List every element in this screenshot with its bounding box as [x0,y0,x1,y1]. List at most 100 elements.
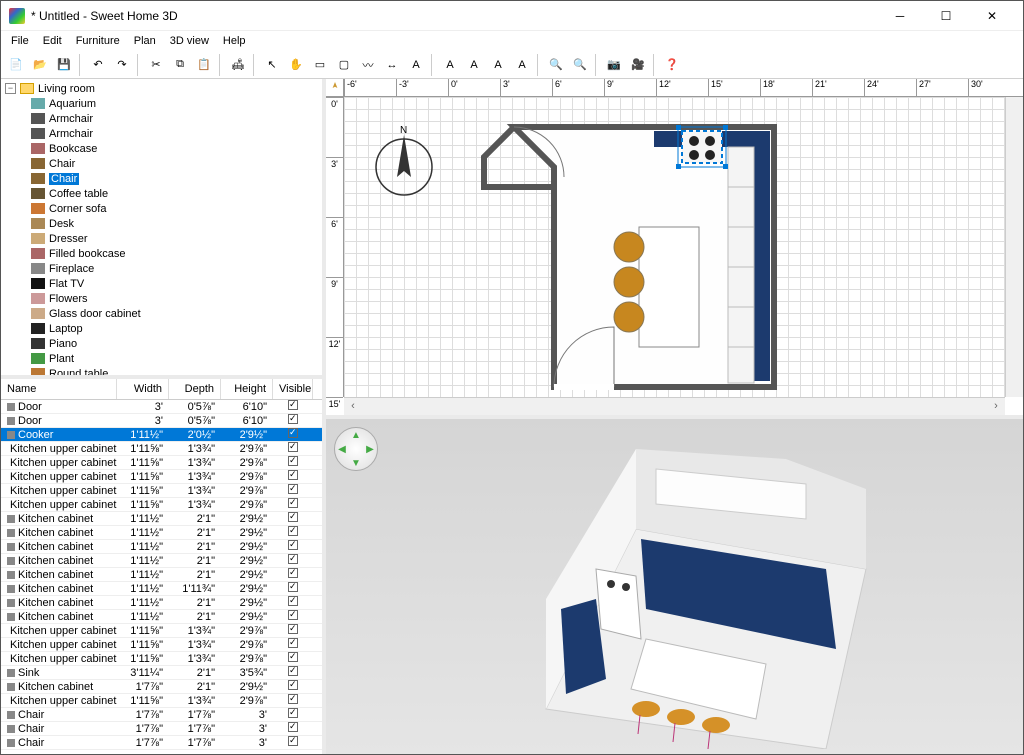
table-row[interactable]: Kitchen upper cabinet1'11⅝"1'3¾"2'9⅞" [1,484,322,498]
catalog-item[interactable]: Aquarium [1,96,322,111]
cell-visible[interactable] [273,582,313,595]
help-icon[interactable]: ❓ [661,54,683,76]
catalog-item[interactable]: Desk [1,216,322,231]
col-depth[interactable]: Depth [169,379,221,399]
col-name[interactable]: Name [1,379,117,399]
catalog-item-label[interactable]: Aquarium [49,98,96,110]
undo-icon[interactable]: ↶ [87,54,109,76]
col-height[interactable]: Height [221,379,273,399]
menu-3d-view[interactable]: 3D view [164,33,215,49]
catalog-item[interactable]: Armchair [1,111,322,126]
text-bold-icon[interactable]: A [439,54,461,76]
floor-plan-drawing[interactable]: N [344,97,1023,417]
cell-visible[interactable] [273,694,313,707]
catalog-item-label[interactable]: Laptop [49,323,83,335]
cell-visible[interactable] [273,568,313,581]
table-row[interactable]: Kitchen upper cabinet1'11⅝"1'3¾"2'9⅞" [1,498,322,512]
table-row[interactable]: Door3'0'5⅞"6'10" [1,414,322,428]
cell-visible[interactable] [273,638,313,651]
catalog-item-label[interactable]: Armchair [49,113,93,125]
open-icon[interactable]: 📂 [29,54,51,76]
paste-icon[interactable]: 📋 [193,54,215,76]
room-tool-icon[interactable]: ▢ [333,54,355,76]
cell-visible[interactable] [273,428,313,441]
catalog-item[interactable]: Flowers [1,291,322,306]
text-tool-icon[interactable]: A [405,54,427,76]
catalog-item[interactable]: Chair [1,171,322,186]
video-icon[interactable]: 🎥 [627,54,649,76]
plan-hscrollbar[interactable]: ‹ › [344,397,1005,415]
catalog-item-label[interactable]: Flowers [49,293,88,305]
cell-visible[interactable] [273,400,313,413]
cooker-plan[interactable] [676,125,728,169]
photo-icon[interactable]: 📷 [603,54,625,76]
cell-visible[interactable] [273,624,313,637]
minimize-button[interactable]: ─ [877,1,923,31]
table-row[interactable]: Chair1'7⅞"1'7⅞"3' [1,736,322,750]
cell-visible[interactable] [273,666,313,679]
wall-tool-icon[interactable]: ▭ [309,54,331,76]
cell-visible[interactable] [273,456,313,469]
add-furniture-icon[interactable]: 🛋 [227,54,249,76]
table-row[interactable]: Kitchen upper cabinet1'11⅝"1'3¾"2'9⅞" [1,652,322,666]
table-row[interactable]: Kitchen cabinet1'11½"2'1"2'9½" [1,596,322,610]
catalog-item-label[interactable]: Piano [49,338,77,350]
maximize-button[interactable]: ☐ [923,1,969,31]
category-living-room[interactable]: −Living room [1,81,322,96]
cell-visible[interactable] [273,484,313,497]
table-row[interactable]: Door3'0'5⅞"6'10" [1,400,322,414]
table-row[interactable]: Kitchen cabinet1'11½"2'1"2'9½" [1,540,322,554]
catalog-item-label[interactable]: Coffee table [49,188,108,200]
cell-visible[interactable] [273,540,313,553]
catalog-item-label[interactable]: Plant [49,353,74,365]
polyline-tool-icon[interactable]: 〰 [357,54,379,76]
collapse-icon[interactable]: − [5,83,16,94]
table-row[interactable]: Chair1'7⅞"1'7⅞"3' [1,722,322,736]
catalog-item[interactable]: Filled bookcase [1,246,322,261]
catalog-item-label[interactable]: Dresser [49,233,88,245]
catalog-item-label[interactable]: Filled bookcase [49,248,125,260]
3d-view[interactable]: ▲ ◀▶ ▼ [326,419,1023,754]
table-row[interactable]: Kitchen cabinet1'11½"2'1"2'9½" [1,512,322,526]
3d-nav-control[interactable]: ▲ ◀▶ ▼ [334,427,378,471]
cell-visible[interactable] [273,526,313,539]
table-row[interactable]: Kitchen upper cabinet1'11⅝"1'3¾"2'9⅞" [1,470,322,484]
pan-tool-icon[interactable]: ✋ [285,54,307,76]
table-row[interactable]: Cooker1'11½"2'0½"2'9½" [1,428,322,442]
cell-visible[interactable] [273,708,313,721]
catalog-item-label[interactable]: Chair [49,158,75,170]
col-width[interactable]: Width [117,379,169,399]
table-row[interactable]: Sink3'11¼"2'1"3'5¾" [1,666,322,680]
catalog-item[interactable]: Laptop [1,321,322,336]
cell-visible[interactable] [273,470,313,483]
text-size-up-icon[interactable]: A [487,54,509,76]
plan-view[interactable]: -6'-3'0'3'6'9'12'15'18'21'24'27'30' 0'3'… [326,79,1023,419]
cell-visible[interactable] [273,652,313,665]
catalog-item[interactable]: Round table [1,366,322,379]
catalog-item-label[interactable]: Corner sofa [49,203,106,215]
catalog-item-label[interactable]: Fireplace [49,263,94,275]
catalog-item-label[interactable]: Armchair [49,128,93,140]
furniture-table[interactable]: Name Width Depth Height Visible Door3'0'… [1,379,322,754]
catalog-item-label[interactable]: Chair [49,173,79,185]
table-row[interactable]: Kitchen upper cabinet1'11⅝"1'3¾"2'9⅞" [1,638,322,652]
save-icon[interactable]: 💾 [53,54,75,76]
cell-visible[interactable] [273,498,313,511]
cut-icon[interactable]: ✂ [145,54,167,76]
select-tool-icon[interactable]: ↖ [261,54,283,76]
cell-visible[interactable] [273,722,313,735]
catalog-item-label[interactable]: Round table [49,368,108,380]
plan-origin-icon[interactable] [326,79,344,97]
table-row[interactable]: Kitchen upper cabinet1'11⅝"1'3¾"2'9⅞" [1,624,322,638]
menu-file[interactable]: File [5,33,35,49]
new-icon[interactable]: 📄 [5,54,27,76]
catalog-item[interactable]: Coffee table [1,186,322,201]
cell-visible[interactable] [273,414,313,427]
cell-visible[interactable] [273,596,313,609]
menu-edit[interactable]: Edit [37,33,68,49]
table-row[interactable]: Kitchen cabinet1'11½"2'1"2'9½" [1,568,322,582]
catalog-item-label[interactable]: Bookcase [49,143,97,155]
table-row[interactable]: Kitchen upper cabinet1'11⅝"1'3¾"2'9⅞" [1,694,322,708]
table-row[interactable]: Kitchen cabinet1'11½"2'1"2'9½" [1,610,322,624]
catalog-item[interactable]: Bookcase [1,141,322,156]
